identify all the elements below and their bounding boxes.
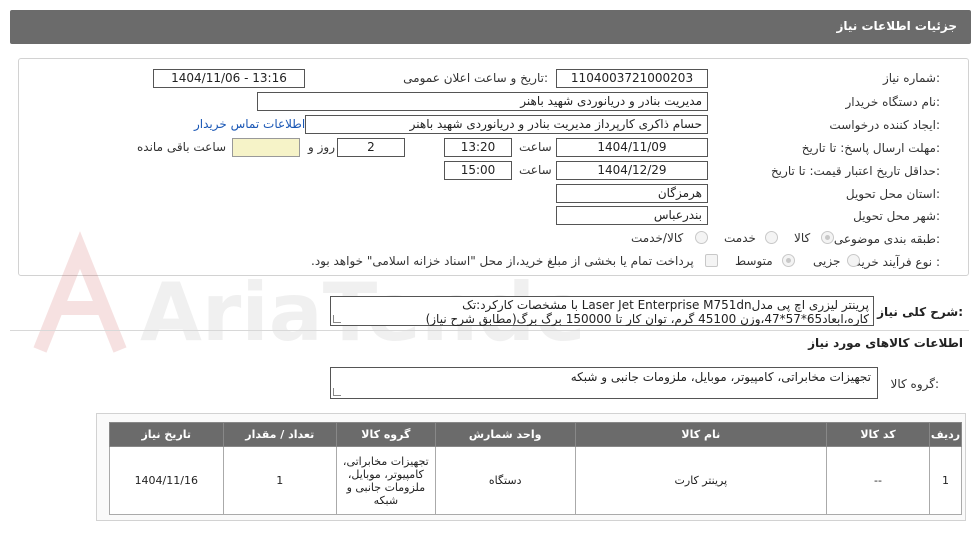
goods-group-text: تجهیزات مخابراتی، کامپیوتر، موبایل، ملزو… (570, 370, 871, 384)
goods-group-label: گروه کالا: (890, 377, 940, 391)
divider (10, 330, 969, 331)
treasury-payment-note: پرداخت تمام یا بخشی از مبلغ خرید،از محل … (311, 254, 694, 268)
description-text: پرینتر لیزری اچ پی مدلLaser Jet Enterpri… (425, 298, 869, 326)
goods-table: ردیف کد کالا نام کالا واحد شمارش گروه کا… (109, 422, 963, 515)
deadline-time-field[interactable]: 13:20 (444, 138, 512, 157)
remaining-days-field[interactable]: 2 (337, 138, 405, 157)
col-group: گروه کالا (336, 422, 436, 447)
resize-handle-icon[interactable] (333, 388, 341, 396)
process-partial-radio[interactable] (847, 254, 860, 267)
requester-field[interactable]: حسام ذاکری کارپرداز مدیریت بنادر و دریان… (305, 115, 708, 134)
description-label: شرح کلی نیاز: (877, 305, 963, 319)
requester-label: ایجاد کننده درخواست: (829, 118, 940, 132)
col-index: ردیف (928, 422, 963, 447)
process-medium-radio[interactable] (782, 254, 795, 267)
category-service-radio[interactable] (765, 231, 778, 244)
category-goods-label: کالا (794, 231, 811, 245)
need-number-field[interactable]: 1104003721000203 (556, 69, 708, 88)
cell-qty: 1 (222, 446, 338, 515)
col-unit: واحد شمارش (434, 422, 576, 447)
col-name: نام کالا (574, 422, 828, 447)
col-qty: تعداد / مقدار (222, 422, 338, 447)
buyer-contact-link[interactable]: اطلاعات تماس خریدار (194, 117, 305, 131)
announce-field[interactable]: 1404/11/06 - 13:16 (153, 69, 305, 88)
announce-label: تاریخ و ساعت اعلان عمومی: (403, 71, 548, 85)
remaining-hours-label: ساعت باقی مانده (137, 140, 227, 154)
category-label: طبقه بندی موضوعی: (833, 232, 940, 246)
process-partial-label: جزیی (813, 254, 841, 268)
cell-group: تجهیزات مخابراتی، کامپیوتر، موبایل، ملزو… (336, 446, 436, 515)
category-both-radio[interactable] (695, 231, 708, 244)
goods-group-textarea[interactable]: تجهیزات مخابراتی، کامپیوتر، موبایل، ملزو… (330, 367, 878, 399)
page-title: جزئیات اطلاعات نیاز (836, 19, 957, 33)
process-label: نوع فرآیند خرید : (855, 255, 940, 269)
province-label: استان محل تحویل: (845, 187, 940, 201)
province-field[interactable]: هرمزگان (556, 184, 708, 203)
deadline-time-label: ساعت (519, 140, 552, 154)
cell-index: 1 (928, 446, 963, 515)
goods-section-title: اطلاعات کالاهای مورد نیاز (808, 336, 963, 350)
city-field[interactable]: بندرعباس (556, 206, 708, 225)
validity-time-label: ساعت (519, 163, 552, 177)
category-service-label: خدمت (724, 231, 756, 245)
buyer-org-label: نام دستگاه خریدار: (845, 95, 941, 109)
page-header: جزئیات اطلاعات نیاز (10, 10, 971, 44)
deadline-date-field[interactable]: 1404/11/09 (556, 138, 708, 157)
need-number-label: شماره نیاز: (882, 71, 940, 85)
need-details-panel: شماره نیاز: 1104003721000203 تاریخ و ساع… (18, 58, 969, 276)
remaining-hours-field[interactable] (232, 138, 300, 157)
col-date: تاریخ نیاز (109, 422, 224, 447)
buyer-org-field[interactable]: مدیریت بنادر و دریانوردی شهید باهنر (257, 92, 708, 111)
cell-code: -- (826, 446, 930, 515)
cell-date: 1404/11/16 (109, 446, 224, 515)
table-row[interactable]: 1 -- پرینتر کارت دستگاه تجهیزات مخابراتی… (109, 446, 963, 515)
treasury-payment-checkbox[interactable] (705, 254, 718, 267)
resize-handle-icon[interactable] (333, 315, 341, 323)
city-label: شهر محل تحویل: (853, 209, 940, 223)
cell-name: پرینتر کارت (574, 446, 828, 515)
description-textarea[interactable]: پرینتر لیزری اچ پی مدلLaser Jet Enterpri… (330, 296, 874, 326)
cell-unit: دستگاه (434, 446, 576, 515)
days-label: روز و (308, 140, 335, 154)
category-goods-radio[interactable] (821, 231, 834, 244)
col-code: کد کالا (826, 422, 930, 447)
goods-table-container: ردیف کد کالا نام کالا واحد شمارش گروه کا… (96, 413, 966, 521)
validity-date-field[interactable]: 1404/12/29 (556, 161, 708, 180)
category-both-label: کالا/خدمت (631, 231, 684, 245)
deadline-label: مهلت ارسال پاسخ: تا تاریخ: (801, 141, 940, 155)
validity-label: حداقل تاریخ اعتبار قیمت: تا تاریخ: (770, 164, 940, 178)
process-medium-label: متوسط (735, 254, 773, 268)
validity-time-field[interactable]: 15:00 (444, 161, 512, 180)
